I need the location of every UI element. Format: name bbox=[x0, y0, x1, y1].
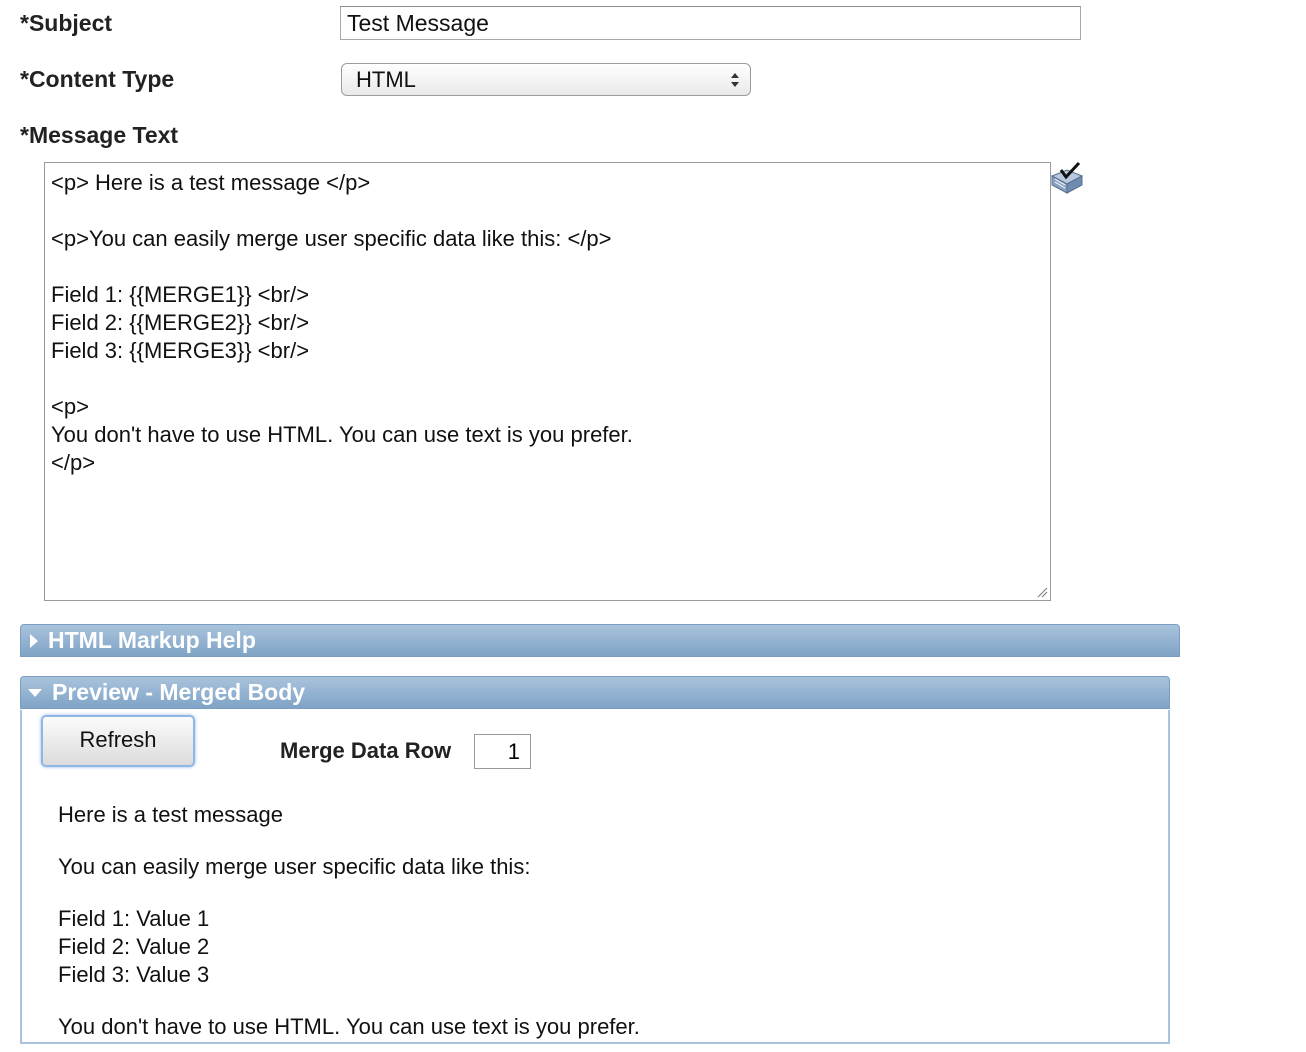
subject-label: *Subject bbox=[20, 10, 113, 36]
preview-field-line: Field 3: Value 3 bbox=[58, 962, 210, 987]
select-arrows-icon bbox=[731, 73, 739, 87]
message-text-label: *Message Text bbox=[20, 122, 179, 148]
preview-header[interactable]: Preview - Merged Body bbox=[20, 676, 1170, 709]
message-line: <p> bbox=[51, 394, 89, 419]
message-line: Field 2: {{MERGE2}} <br/> bbox=[51, 310, 310, 335]
resize-handle-icon[interactable] bbox=[1036, 586, 1048, 598]
message-text-area[interactable]: <p> Here is a test message </p> <p>You c… bbox=[44, 162, 1051, 601]
content-type-value: HTML bbox=[356, 67, 416, 92]
preview-field-line: Field 2: Value 2 bbox=[58, 934, 210, 959]
message-line: <p>You can easily merge user specific da… bbox=[51, 226, 612, 251]
merge-data-row-input[interactable]: 1 bbox=[474, 734, 531, 769]
subject-input[interactable]: Test Message bbox=[340, 6, 1081, 40]
preview-title: Preview - Merged Body bbox=[52, 679, 306, 705]
message-line: Field 1: {{MERGE1}} <br/> bbox=[51, 282, 310, 307]
html-markup-help-header[interactable]: HTML Markup Help bbox=[20, 624, 1180, 657]
refresh-button[interactable]: Refresh bbox=[41, 715, 195, 767]
collapse-arrow-icon bbox=[28, 689, 42, 697]
preview-field-line: Field 1: Value 1 bbox=[58, 906, 210, 931]
preview-paragraph: You don't have to use HTML. You can use … bbox=[58, 1014, 640, 1039]
preview-paragraph: Here is a test message bbox=[58, 802, 283, 827]
expand-arrow-icon bbox=[30, 634, 38, 648]
message-line: Field 3: {{MERGE3}} <br/> bbox=[51, 338, 310, 363]
message-line bbox=[51, 197, 1044, 225]
message-line bbox=[51, 253, 1044, 281]
html-markup-help-title: HTML Markup Help bbox=[48, 627, 256, 653]
message-line: <p> Here is a test message </p> bbox=[51, 170, 371, 195]
content-type-select[interactable]: HTML bbox=[341, 63, 751, 96]
spell-check-icon[interactable] bbox=[1049, 162, 1085, 196]
content-type-label: *Content Type bbox=[20, 66, 175, 92]
message-line bbox=[51, 365, 1044, 393]
merge-data-row-label: Merge Data Row bbox=[280, 738, 452, 763]
preview-paragraph: You can easily merge user specific data … bbox=[58, 854, 531, 879]
message-line: </p> bbox=[51, 450, 96, 475]
message-line: You don't have to use HTML. You can use … bbox=[51, 422, 633, 447]
